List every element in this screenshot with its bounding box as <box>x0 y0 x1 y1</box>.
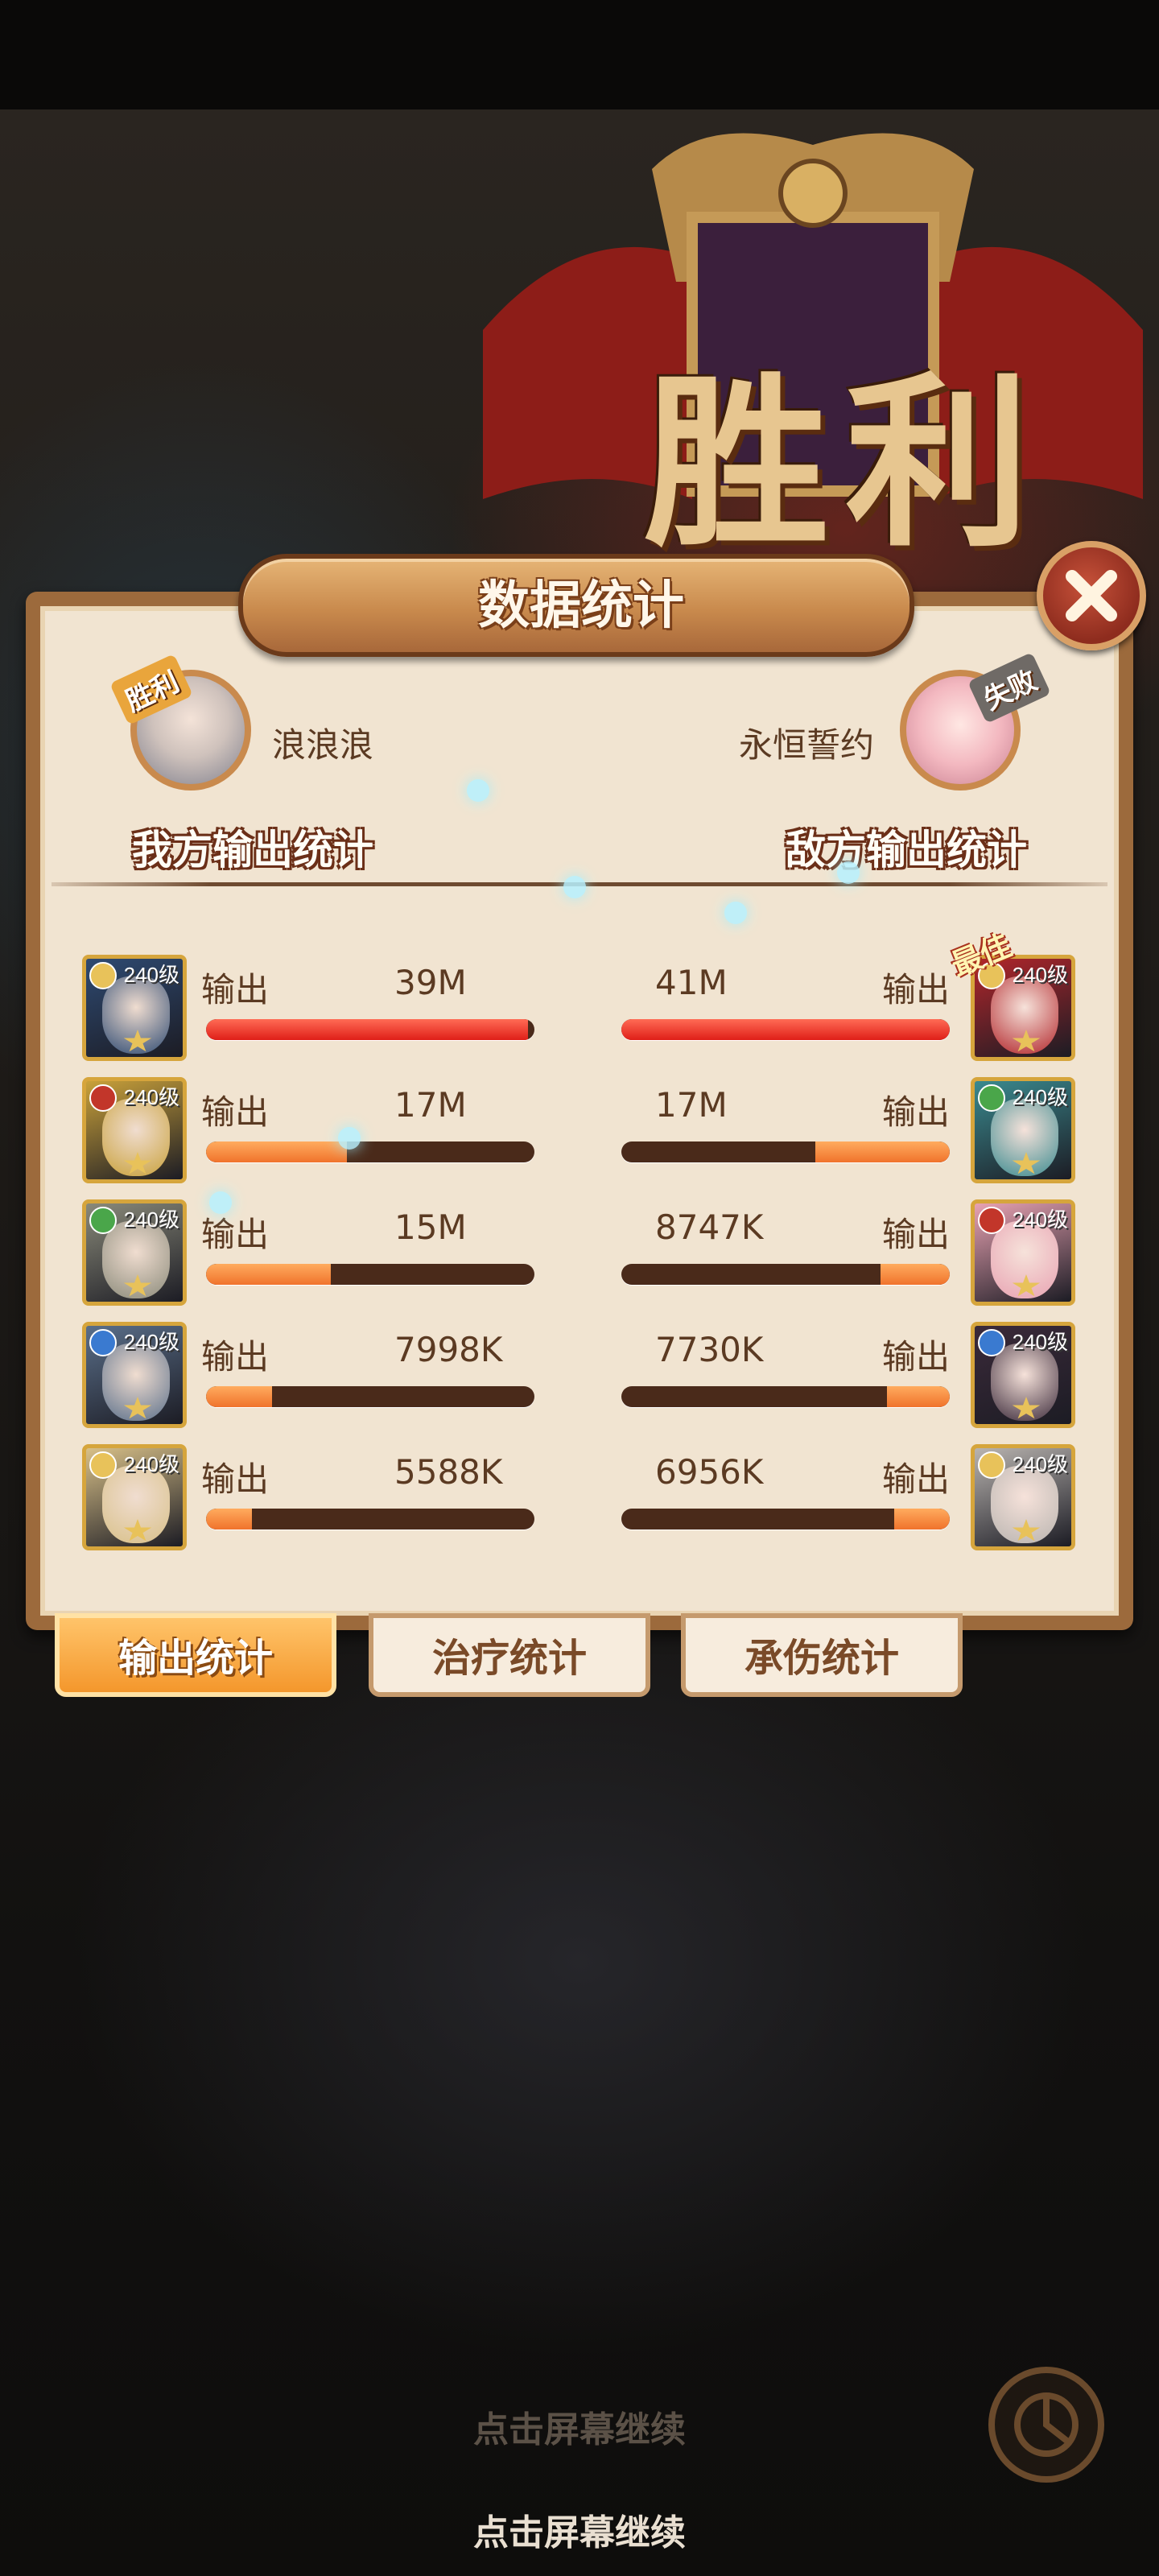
stat-row: 240级 输出 7998K 7730K 输出 240级 <box>0 1322 1159 1431</box>
enemy-hero-portrait[interactable]: 240级 <box>971 1199 1075 1306</box>
hero-level: 240级 <box>123 963 179 987</box>
continue-hint-faded: 点击屏幕继续 <box>473 2409 686 2450</box>
hero-level: 240级 <box>1012 1452 1068 1476</box>
enemy-stat-value: 17M <box>655 1085 728 1125</box>
enemy-hero-portrait[interactable]: 240级 <box>971 1077 1075 1183</box>
hero-level: 240级 <box>123 1330 179 1354</box>
ally-hero-portrait[interactable]: 240级 <box>82 1322 187 1428</box>
enemy-hero-portrait[interactable]: 240级 <box>971 1444 1075 1550</box>
sparkle-effect <box>724 902 747 924</box>
ally-stat-label: 输出 <box>201 1459 270 1499</box>
ally-progress-fill <box>206 1141 348 1162</box>
ally-stat-value: 5588K <box>394 1452 503 1492</box>
enemy-player-name: 永恒誓约 <box>739 725 875 765</box>
enemy-stat-label: 输出 <box>882 1459 951 1499</box>
hero-level: 240级 <box>1012 1330 1068 1354</box>
element-icon <box>89 1329 117 1356</box>
ally-hero-portrait[interactable]: 240级 <box>82 955 187 1061</box>
sparkle-effect <box>837 861 860 884</box>
ally-progress-bar <box>206 1386 534 1407</box>
element-icon <box>89 1084 117 1112</box>
element-icon <box>89 1207 117 1234</box>
ally-progress-bar <box>206 1509 534 1530</box>
ally-stat-value: 39M <box>394 963 467 1002</box>
ally-progress-bar <box>206 1019 534 1040</box>
panel-title-plate: 数据统计 <box>238 554 914 657</box>
element-icon <box>978 1451 1005 1479</box>
enemy-hero-portrait[interactable]: 240级 <box>971 1322 1075 1428</box>
element-icon <box>978 1329 1005 1356</box>
element-icon <box>89 962 117 989</box>
ally-player-name: 浪浪浪 <box>272 725 374 765</box>
enemy-progress-bar <box>621 1019 950 1040</box>
hero-level: 240级 <box>1012 1085 1068 1109</box>
enemy-progress-fill <box>815 1141 950 1162</box>
enemy-output-label: 敌方输出统计 <box>786 827 1027 873</box>
enemy-stat-label: 输出 <box>882 1092 951 1132</box>
sparkle-effect <box>563 876 586 898</box>
hero-level: 240级 <box>123 1085 179 1109</box>
ally-stat-label: 输出 <box>201 1092 270 1132</box>
enemy-stat-label: 输出 <box>882 970 951 1009</box>
close-button[interactable] <box>1037 541 1146 650</box>
victory-title: 胜利 <box>644 355 1047 572</box>
enemy-progress-bar <box>621 1386 950 1407</box>
tab-output[interactable]: 输出统计 <box>55 1613 336 1697</box>
ally-progress-bar <box>206 1264 534 1285</box>
ally-progress-fill <box>206 1386 272 1407</box>
element-icon <box>89 1451 117 1479</box>
pie-chart-icon <box>1014 2392 1079 2457</box>
ally-output-label: 我方输出统计 <box>132 827 373 873</box>
enemy-stat-value: 41M <box>655 963 728 1002</box>
enemy-progress-bar <box>621 1264 950 1285</box>
ally-hero-portrait[interactable]: 240级 <box>82 1199 187 1306</box>
enemy-progress-bar <box>621 1141 950 1162</box>
sparkle-effect <box>209 1191 232 1214</box>
enemy-progress-fill <box>893 1509 950 1530</box>
stat-row: 240级 输出 5588K 6956K 输出 240级 <box>0 1444 1159 1554</box>
element-icon <box>978 1084 1005 1112</box>
tab-healing[interactable]: 治疗统计 <box>369 1613 650 1697</box>
stats-chart-button[interactable] <box>988 2367 1104 2483</box>
ally-stat-label: 输出 <box>201 1337 270 1377</box>
continue-hint[interactable]: 点击屏幕继续 <box>0 2504 1159 2555</box>
enemy-progress-fill <box>887 1386 950 1407</box>
enemy-stat-value: 8747K <box>655 1208 764 1247</box>
ally-progress-bar <box>206 1141 534 1162</box>
ally-stat-value: 17M <box>394 1085 467 1125</box>
sparkle-effect <box>338 1127 361 1150</box>
stat-row: 240级 输出 17M 17M 输出 240级 <box>0 1077 1159 1187</box>
ally-stat-label: 输出 <box>201 1215 270 1254</box>
stats-tabs: 输出统计 治疗统计 承伤统计 <box>0 1613 1159 1702</box>
stat-row: 240级 输出 15M 8747K 输出 240级 <box>0 1199 1159 1309</box>
enemy-progress-fill <box>881 1264 950 1285</box>
hero-level: 240级 <box>123 1452 179 1476</box>
hero-level: 240级 <box>1012 963 1068 987</box>
enemy-stat-value: 7730K <box>655 1330 764 1369</box>
ally-stat-value: 15M <box>394 1208 467 1247</box>
ally-progress-fill <box>206 1509 253 1530</box>
enemy-progress-bar <box>621 1509 950 1530</box>
sparkle-effect <box>467 779 489 802</box>
enemy-stat-value: 6956K <box>655 1452 764 1492</box>
enemy-stat-label: 输出 <box>882 1337 951 1377</box>
ally-progress-fill <box>206 1264 332 1285</box>
ally-hero-portrait[interactable]: 240级 <box>82 1077 187 1183</box>
close-icon <box>1066 570 1117 621</box>
ally-stat-value: 7998K <box>394 1330 503 1369</box>
ally-progress-fill <box>206 1019 528 1040</box>
hero-level: 240级 <box>1012 1208 1068 1232</box>
ally-stat-label: 输出 <box>201 970 270 1009</box>
panel-title: 数据统计 <box>478 576 684 636</box>
tab-damage-taken[interactable]: 承伤统计 <box>681 1613 963 1697</box>
hero-level: 240级 <box>123 1208 179 1232</box>
ally-hero-portrait[interactable]: 240级 <box>82 1444 187 1550</box>
element-icon <box>978 1207 1005 1234</box>
enemy-progress-fill <box>621 1019 950 1040</box>
enemy-stat-label: 输出 <box>882 1215 951 1254</box>
